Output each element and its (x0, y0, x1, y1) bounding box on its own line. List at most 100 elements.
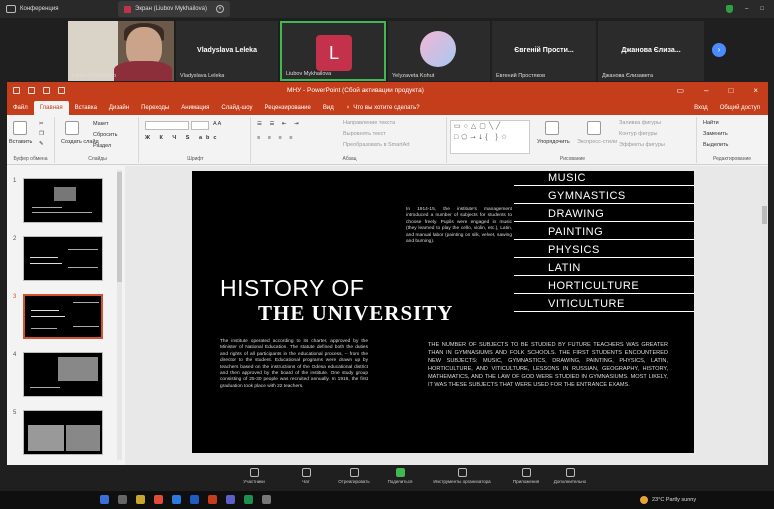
close-icon[interactable]: × (753, 86, 758, 95)
close-icon[interactable]: × (216, 5, 224, 13)
organizer-tools-button[interactable]: Инструменты организатора (420, 468, 504, 484)
participant-tile[interactable]: Larisa Dovzhenko (68, 21, 174, 81)
format-painter-icon[interactable]: ✎ (39, 141, 44, 147)
font-size-icons[interactable]: A A (213, 121, 221, 127)
chrome-icon[interactable] (154, 495, 163, 504)
shape-outline-button[interactable]: Контур фигуры (619, 131, 657, 137)
tab-review[interactable]: Рецензирование (259, 101, 317, 115)
tab-animations[interactable]: Анимация (175, 101, 215, 115)
redo-icon[interactable] (43, 87, 50, 94)
powerpoint-window: МНУ - PowerPoint (Сбой активации продукт… (7, 82, 768, 465)
slide-thumbnail[interactable] (23, 236, 103, 281)
smartart-button[interactable]: Преобразовать в SmartArt (343, 142, 410, 148)
slide-thumbnail[interactable] (23, 352, 103, 397)
ribbon-display-icon[interactable]: ▭ (676, 86, 684, 95)
participant-tile[interactable]: Vladyslava Leleka Vladyslava Leleka (176, 21, 278, 81)
slide-thumbnail[interactable] (23, 178, 103, 223)
windows-start-icon[interactable] (100, 495, 109, 504)
apps-button[interactable]: Приложения (504, 468, 548, 484)
list-buttons[interactable]: ☰ ☰ ⇤ ⇥ (257, 121, 302, 127)
current-slide[interactable]: MUSIC GYMNASTICS DRAWING PAINTING PHYSIC… (192, 171, 694, 453)
shape-fill-button[interactable]: Заливка фигуры (619, 120, 661, 126)
file-explorer-icon[interactable] (136, 495, 145, 504)
app-icon[interactable] (262, 495, 271, 504)
quick-styles-button[interactable]: Экспресс-стили (577, 139, 617, 145)
arrange-button[interactable]: Упорядочить (537, 139, 570, 145)
slide-heading-line2: THE UNIVERSITY (258, 301, 454, 325)
tab-design[interactable]: Дизайн (103, 101, 135, 115)
thumb-text-line (68, 267, 98, 268)
participant-tile-active[interactable]: L Liubov Mykhailova (280, 21, 386, 81)
save-icon[interactable] (13, 87, 20, 94)
teams-icon[interactable] (226, 495, 235, 504)
present-icon[interactable] (58, 87, 65, 94)
font-name-field[interactable] (145, 121, 189, 130)
control-label: Участники (243, 479, 265, 484)
react-button[interactable]: Отреагировать (332, 468, 376, 484)
conference-tab[interactable]: Конференция (0, 5, 118, 13)
search-icon[interactable] (118, 495, 127, 504)
paste-button[interactable]: Вставить (9, 139, 32, 145)
participant-name: Liubov Mykhailova (286, 71, 332, 77)
powerpoint-icon[interactable] (208, 495, 217, 504)
align-text-button[interactable]: Выровнять текст (343, 131, 386, 137)
tab-file[interactable]: Файл (7, 101, 34, 115)
maximize-icon[interactable]: □ (760, 6, 764, 12)
scrollbar-thumb[interactable] (762, 206, 767, 224)
tab-insert[interactable]: Вставка (69, 101, 103, 115)
slide-thumbnail[interactable] (23, 410, 103, 455)
undo-icon[interactable] (28, 87, 35, 94)
layout-button[interactable]: Макет (93, 121, 109, 127)
share-screen-button[interactable]: Поделиться (378, 468, 422, 484)
quick-styles-icon[interactable] (587, 121, 601, 135)
ppt-window-controls: ▭ – □ × (676, 86, 768, 95)
next-participants-button[interactable]: › (712, 43, 726, 57)
participant-tile[interactable]: Джанова Єлиза... Джанова Єлизавета (598, 21, 704, 81)
participants-button[interactable]: Участники (232, 468, 276, 484)
subject-item: DRAWING (548, 208, 605, 220)
align-buttons[interactable]: ≡ ≡ ≡ ≡ (257, 135, 295, 141)
sign-in-link[interactable]: Вход (694, 101, 708, 115)
minimize-icon[interactable]: – (704, 86, 708, 95)
font-style-buttons[interactable]: Ж К Ч S abc (145, 135, 220, 141)
thumb-image (58, 357, 98, 381)
reset-button[interactable]: Сбросить (93, 132, 117, 138)
thumbnails-scrollbar[interactable] (117, 170, 122, 460)
excel-icon[interactable] (244, 495, 253, 504)
shapes-gallery[interactable]: ▭○△▢╲╱ □⬠⭢⭣{ }☆ (450, 120, 530, 154)
tell-me-box[interactable]: ♀ Что вы хотите сделать? (346, 101, 420, 115)
screen-share-tab[interactable]: Экран (Liubov Mykhailova) × (118, 1, 230, 17)
word-icon[interactable] (190, 495, 199, 504)
tab-slideshow[interactable]: Слайд-шоу (215, 101, 258, 115)
tab-view[interactable]: Вид (317, 101, 340, 115)
more-button[interactable]: Дополнительно (548, 468, 592, 484)
section-button[interactable]: Раздел (93, 143, 111, 149)
weather-text[interactable]: 23°C Partly sunny (652, 497, 696, 503)
slide-scrollbar[interactable] (761, 166, 768, 465)
tab-home[interactable]: Главная (33, 101, 69, 115)
maximize-icon[interactable]: □ (728, 86, 733, 95)
find-button[interactable]: Найти (703, 120, 719, 126)
font-size-field[interactable] (191, 121, 209, 130)
minimize-icon[interactable]: – (745, 6, 748, 12)
participant-tile[interactable]: Євгеній Прости... Евгений Простяков (492, 21, 596, 81)
thumb-number: 4 (13, 352, 17, 358)
new-slide-icon[interactable] (65, 121, 79, 135)
scrollbar-thumb[interactable] (117, 172, 122, 282)
copy-icon[interactable]: ❐ (39, 131, 44, 137)
select-button[interactable]: Выделить (703, 142, 728, 148)
edge-icon[interactable] (172, 495, 181, 504)
ppt-title-bar: МНУ - PowerPoint (Сбой активации продукт… (7, 82, 768, 99)
group-label: Рисование (559, 156, 586, 162)
shape-effects-button[interactable]: Эффекты фигуры (619, 142, 665, 148)
paste-icon[interactable] (13, 121, 27, 135)
cut-icon[interactable]: ✂ (39, 121, 44, 127)
text-direction-button[interactable]: Направление текста (343, 120, 395, 126)
slide-thumbnail-selected[interactable] (23, 294, 103, 339)
share-button[interactable]: Общий доступ (720, 101, 760, 115)
arrange-icon[interactable] (545, 121, 559, 135)
tab-transitions[interactable]: Переходы (135, 101, 175, 115)
chat-button[interactable]: Чат (284, 468, 328, 484)
replace-button[interactable]: Заменить (703, 131, 728, 137)
participant-tile[interactable]: Yelyzaveta Kohut (388, 21, 490, 81)
